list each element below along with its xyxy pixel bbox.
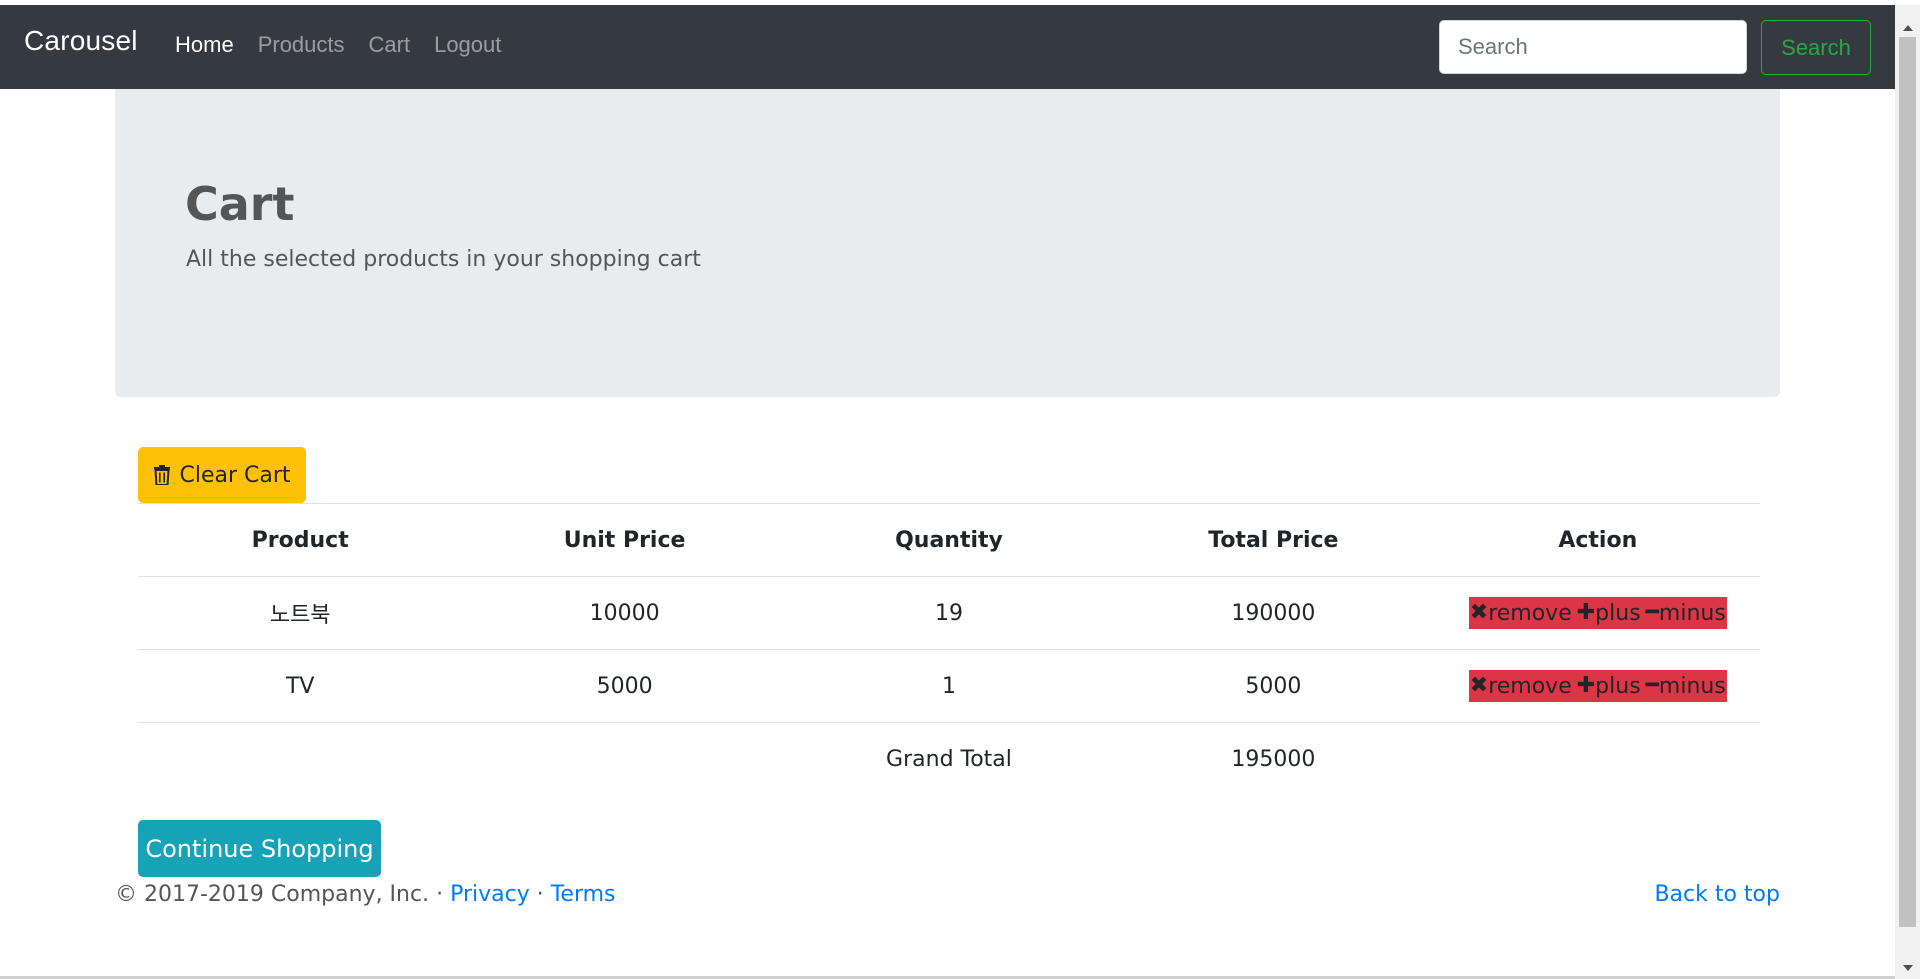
table-row: 노트북 10000 19 190000 ✖ remove ✚ plus ━ mi… [138, 576, 1760, 650]
nav-link-products[interactable]: Products [258, 32, 345, 58]
remove-icon: ✖ [1469, 600, 1489, 625]
search-button[interactable]: Search [1761, 20, 1871, 75]
remove-button[interactable]: ✖ remove [1470, 674, 1572, 699]
search-input[interactable] [1439, 20, 1747, 74]
plus-label: plus [1595, 600, 1641, 626]
remove-button[interactable]: ✖ remove [1470, 601, 1572, 626]
header-action: Action [1435, 503, 1760, 577]
cell-quantity: 19 [786, 576, 1112, 650]
cell-product: TV [138, 649, 463, 723]
plus-icon: ✚ [1576, 673, 1596, 698]
grand-total-label: Grand Total [886, 746, 1012, 772]
scrollbar[interactable] [1895, 5, 1920, 979]
nav-links: Home Products Cart Logout [175, 32, 525, 58]
footer-separator: · [536, 882, 544, 907]
nav-link-cart[interactable]: Cart [369, 32, 411, 58]
cell-unit-price: 10000 [462, 576, 787, 650]
cell-quantity: 1 [786, 649, 1112, 723]
trash-icon [153, 465, 171, 486]
footer-copyright: © 2017-2019 Company, Inc. · [115, 882, 444, 907]
minus-button[interactable]: ━ minus [1646, 601, 1726, 626]
nav-link-home[interactable]: Home [175, 32, 234, 58]
header-product: Product [138, 503, 463, 577]
page-title: Cart [185, 177, 295, 231]
clear-cart-label: Clear Cart [179, 462, 291, 488]
cell-action: ✖ remove ✚ plus ━ minus [1435, 576, 1760, 650]
grand-total-row: Grand Total 195000 [138, 723, 1760, 796]
table-header-row: Product Unit Price Quantity Total Price … [138, 503, 1760, 577]
clear-cart-button[interactable]: Clear Cart [138, 447, 306, 503]
terms-link[interactable]: Terms [551, 882, 616, 907]
cell-total-price: 5000 [1111, 649, 1436, 723]
minus-icon: ━ [1645, 673, 1659, 698]
remove-label: remove [1488, 673, 1572, 699]
empty-cell [462, 723, 786, 796]
minus-label: minus [1658, 673, 1726, 699]
page: Carousel Home Products Cart Logout Searc… [0, 0, 1920, 979]
grand-total-value: 195000 [1231, 746, 1316, 772]
minus-icon: ━ [1645, 600, 1659, 625]
scroll-down-arrow-icon[interactable] [1903, 965, 1913, 971]
scroll-thumb[interactable] [1899, 37, 1916, 927]
remove-label: remove [1488, 600, 1572, 626]
scroll-up-arrow-icon[interactable] [1903, 25, 1913, 31]
jumbotron: Cart All the selected products in your s… [115, 89, 1780, 397]
page-subtitle: All the selected products in your shoppi… [186, 247, 701, 272]
action-group: ✖ remove ✚ plus ━ minus [1468, 597, 1727, 629]
cart-table: Product Unit Price Quantity Total Price … [138, 503, 1760, 795]
plus-button[interactable]: ✚ plus [1577, 674, 1641, 699]
minus-label: minus [1658, 600, 1726, 626]
remove-icon: ✖ [1469, 673, 1489, 698]
plus-label: plus [1595, 673, 1641, 699]
minus-button[interactable]: ━ minus [1646, 674, 1726, 699]
empty-cell [1436, 723, 1760, 796]
empty-cell [138, 723, 462, 796]
header-quantity: Quantity [786, 503, 1112, 577]
back-to-top-link[interactable]: Back to top [1654, 882, 1780, 907]
privacy-link[interactable]: Privacy [450, 882, 530, 907]
header-unit-price: Unit Price [462, 503, 787, 577]
plus-icon: ✚ [1576, 600, 1596, 625]
table-row: TV 5000 1 5000 ✖ remove ✚ plus ━ minus [138, 649, 1760, 723]
cell-action: ✖ remove ✚ plus ━ minus [1435, 649, 1760, 723]
continue-shopping-button[interactable]: Continue Shopping [138, 820, 381, 877]
navbar: Carousel Home Products Cart Logout Searc… [0, 5, 1895, 89]
header-total-price: Total Price [1111, 503, 1436, 577]
action-group: ✖ remove ✚ plus ━ minus [1468, 670, 1727, 702]
cell-unit-price: 5000 [462, 649, 787, 723]
footer: © 2017-2019 Company, Inc. · Privacy · Te… [115, 882, 616, 907]
nav-link-logout[interactable]: Logout [434, 32, 501, 58]
navbar-brand[interactable]: Carousel [24, 25, 138, 57]
cell-product: 노트북 [138, 576, 463, 650]
plus-button[interactable]: ✚ plus [1577, 601, 1641, 626]
cell-total-price: 190000 [1111, 576, 1436, 650]
